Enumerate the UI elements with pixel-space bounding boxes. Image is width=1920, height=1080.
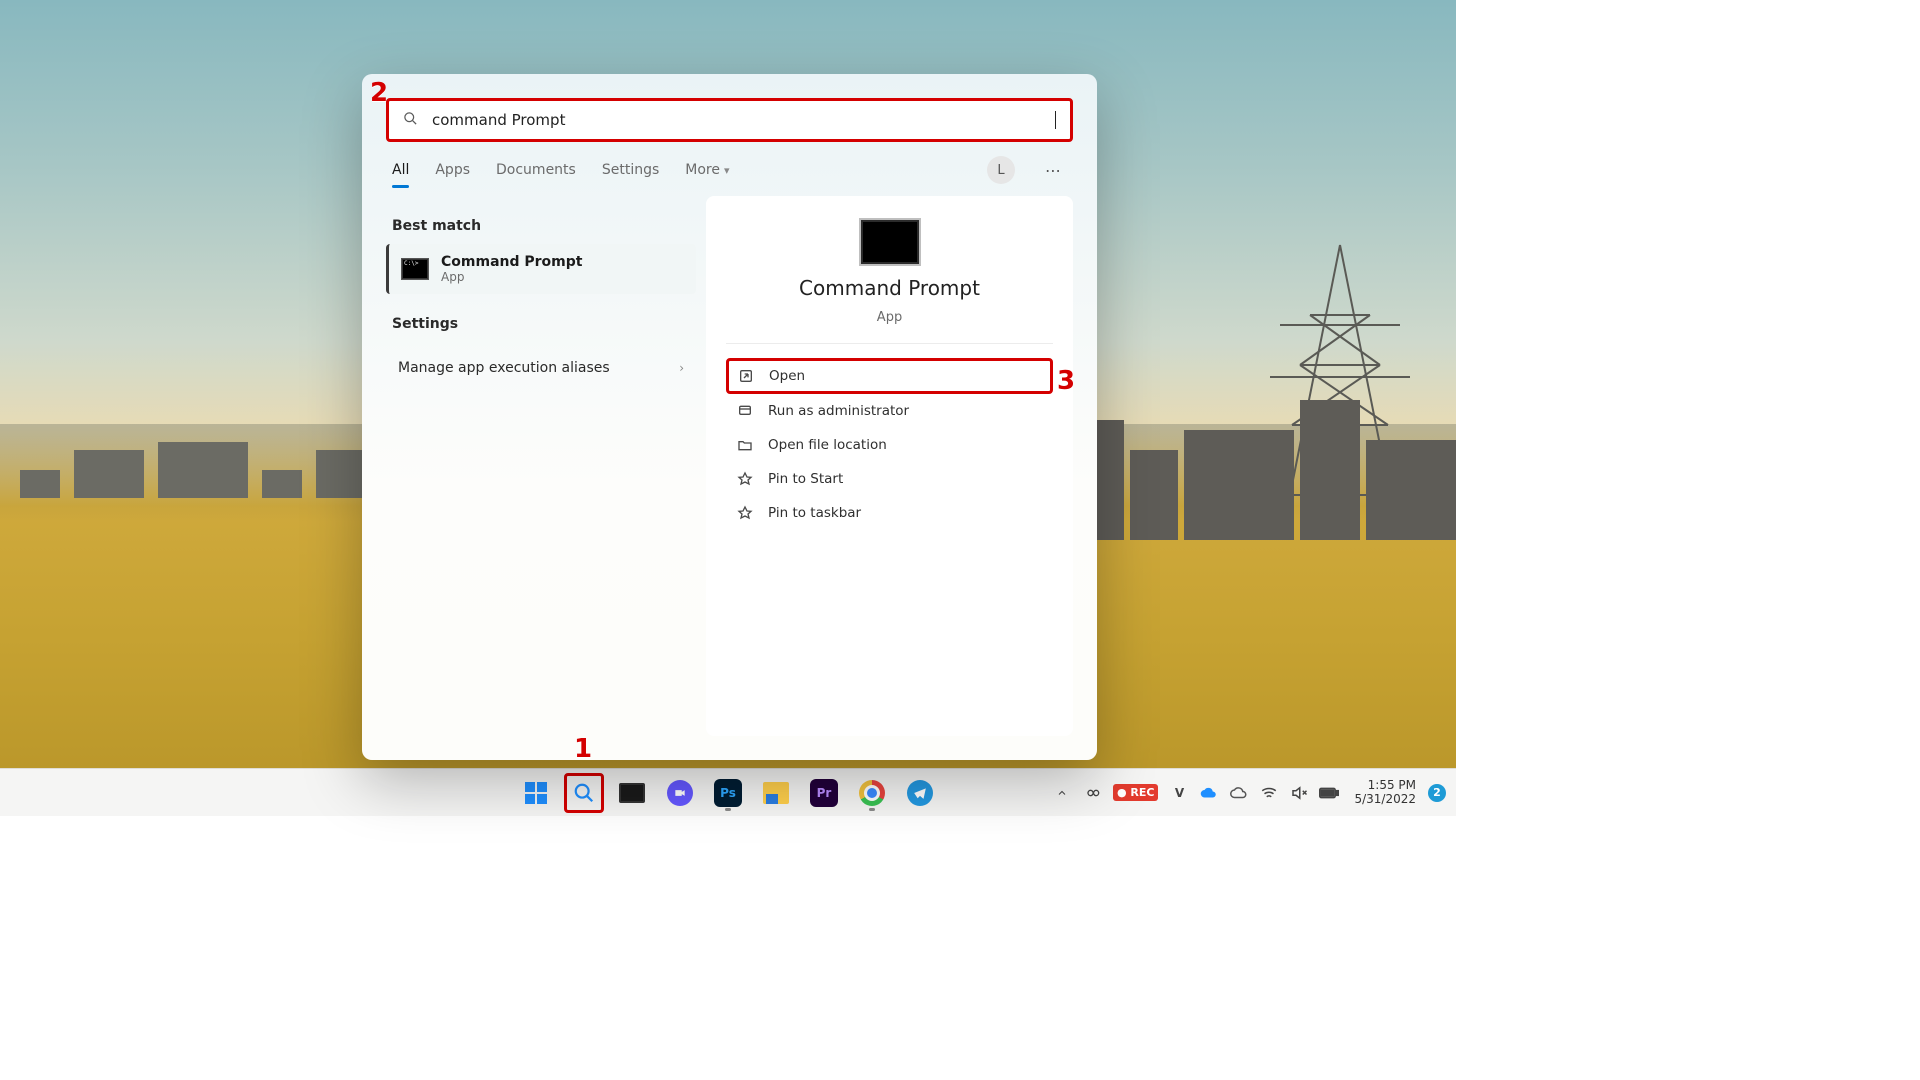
tray-recorder-icon[interactable]: ● REC <box>1113 784 1159 801</box>
settings-result-aliases[interactable]: Manage app execution aliases › <box>386 350 696 386</box>
search-tabs: All Apps Documents Settings More ▾ L ⋯ <box>362 142 1097 184</box>
taskbar-app-meet[interactable] <box>660 773 700 813</box>
preview-actions: Open Run as administrator <box>726 358 1053 530</box>
taskbar-app-chrome[interactable] <box>852 773 892 813</box>
preview-panel: 3 Command Prompt App Open <box>706 196 1073 736</box>
chevron-right-icon: › <box>679 361 684 375</box>
camera-icon <box>667 780 693 806</box>
premiere-icon: Pr <box>810 779 838 807</box>
tray-date: 5/31/2022 <box>1354 793 1416 807</box>
action-open-location[interactable]: Open file location <box>726 428 1053 462</box>
tab-more[interactable]: More ▾ <box>685 156 729 184</box>
pin-icon <box>736 470 754 488</box>
open-icon <box>737 367 755 385</box>
tab-documents[interactable]: Documents <box>496 156 576 184</box>
search-icon <box>403 111 418 130</box>
command-prompt-icon <box>401 258 429 280</box>
folder-icon <box>763 782 789 804</box>
running-indicator <box>869 808 875 811</box>
best-match-heading: Best match <box>392 218 696 234</box>
taskbar-app-explorer[interactable] <box>756 773 796 813</box>
search-input[interactable] <box>430 110 1043 130</box>
tab-settings[interactable]: Settings <box>602 156 659 184</box>
taskbar-app-telegram[interactable] <box>900 773 940 813</box>
tab-more-label: More <box>685 162 720 178</box>
search-box[interactable] <box>386 98 1073 142</box>
taskview-icon <box>619 783 645 803</box>
shield-icon <box>736 402 754 420</box>
notification-count-badge[interactable]: 2 <box>1428 784 1446 802</box>
best-match-result[interactable]: Command Prompt App <box>386 244 696 294</box>
best-match-title: Command Prompt <box>441 254 582 270</box>
action-open-location-label: Open file location <box>768 437 887 453</box>
best-match-subtitle: App <box>441 270 582 284</box>
preview-title: Command Prompt <box>799 276 980 300</box>
tab-apps[interactable]: Apps <box>435 156 470 184</box>
wifi-icon <box>1260 784 1278 802</box>
battery-icon <box>1319 786 1339 800</box>
tray-battery-icon[interactable] <box>1320 784 1338 802</box>
action-pin-taskbar-label: Pin to taskbar <box>768 505 861 521</box>
search-icon <box>573 782 595 804</box>
settings-heading: Settings <box>392 316 696 332</box>
action-open-label: Open <box>769 368 805 384</box>
command-prompt-large-icon <box>859 218 921 266</box>
taskbar: Ps Pr ● REC V <box>0 768 1456 816</box>
text-caret <box>1055 111 1056 129</box>
tray-rec-label: REC <box>1130 786 1154 799</box>
taskbar-app-photoshop[interactable]: Ps <box>708 773 748 813</box>
annotation-3: 3 <box>1057 366 1075 396</box>
tray-onedrive-icon[interactable] <box>1200 784 1218 802</box>
action-pin-start[interactable]: Pin to Start <box>726 462 1053 496</box>
chevron-up-icon <box>1056 787 1068 799</box>
settings-result-label: Manage app execution aliases <box>398 360 610 376</box>
pin-icon <box>736 504 754 522</box>
user-avatar[interactable]: L <box>987 156 1015 184</box>
taskbar-search-button[interactable] <box>564 773 604 813</box>
task-view-button[interactable] <box>612 773 652 813</box>
chevron-down-icon: ▾ <box>724 164 730 177</box>
taskbar-center: Ps Pr <box>516 773 940 813</box>
start-button[interactable] <box>516 773 556 813</box>
action-open[interactable]: Open <box>726 358 1053 394</box>
action-pin-start-label: Pin to Start <box>768 471 843 487</box>
tray-weather-icon[interactable] <box>1230 784 1248 802</box>
results-column: Best match Command Prompt App Settings M… <box>386 196 696 736</box>
infinity-icon <box>1084 785 1100 801</box>
running-indicator <box>725 808 731 811</box>
volume-mute-icon <box>1290 784 1308 802</box>
telegram-icon <box>907 780 933 806</box>
tray-overflow-button[interactable] <box>1053 784 1071 802</box>
cloud-icon <box>1230 784 1248 802</box>
preview-kind: App <box>877 310 902 325</box>
preview-header: Command Prompt App <box>726 218 1053 344</box>
cloud-icon <box>1200 784 1218 802</box>
tray-wifi-icon[interactable] <box>1260 784 1278 802</box>
action-run-admin[interactable]: Run as administrator <box>726 394 1053 428</box>
folder-icon <box>736 436 754 454</box>
tray-v-icon[interactable]: V <box>1170 784 1188 802</box>
system-tray: ● REC V 1:55 PM 5/31/2022 2 <box>1053 779 1446 807</box>
taskbar-app-premiere[interactable]: Pr <box>804 773 844 813</box>
photoshop-icon: Ps <box>714 779 742 807</box>
wallpaper-buildings <box>1054 400 1456 540</box>
windows-icon <box>525 782 547 804</box>
tray-clock[interactable]: 1:55 PM 5/31/2022 <box>1354 779 1416 807</box>
search-flyout: 2 All Apps Documents Settings More▾ L ⋯ … <box>362 74 1097 760</box>
action-pin-taskbar[interactable]: Pin to taskbar <box>726 496 1053 530</box>
tab-all[interactable]: All <box>392 156 409 184</box>
chrome-icon <box>859 780 885 806</box>
tray-volume-icon[interactable] <box>1290 784 1308 802</box>
action-run-admin-label: Run as administrator <box>768 403 909 419</box>
more-options-button[interactable]: ⋯ <box>1041 161 1067 180</box>
tray-time: 1:55 PM <box>1354 779 1416 793</box>
tray-cc-icon[interactable] <box>1083 784 1101 802</box>
